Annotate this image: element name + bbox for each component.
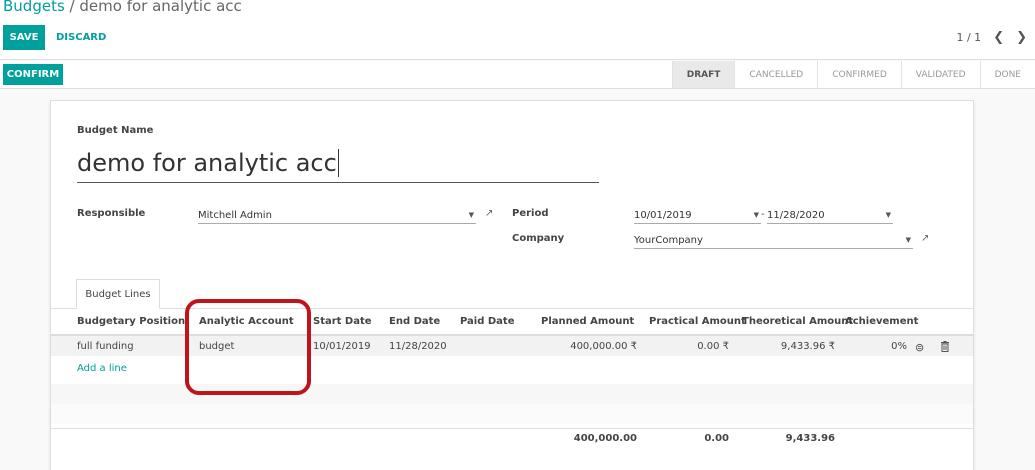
col-achievement[interactable]: Achievement	[845, 316, 918, 327]
confirm-button[interactable]: CONFIRM	[3, 64, 63, 85]
empty-row	[51, 404, 973, 424]
cell-theoretical-amount[interactable]: 9,433.96 ₹	[781, 341, 835, 352]
responsible-label: Responsible	[77, 208, 146, 219]
control-panel: Budgets / demo for analytic acc SAVE DIS…	[0, 0, 1035, 60]
table-footer-divider	[51, 428, 973, 429]
stage-cancelled[interactable]: CANCELLED	[734, 61, 817, 88]
period-start-value: 10/01/2019	[634, 209, 692, 221]
cell-position[interactable]: full funding	[77, 341, 134, 352]
external-link-icon[interactable]: ↗	[485, 208, 493, 219]
text-cursor	[337, 148, 339, 177]
company-value: YourCompany	[634, 234, 703, 246]
responsible-value: Mitchell Admin	[198, 209, 272, 221]
open-record-icon[interactable]: ⊜	[915, 341, 924, 354]
pager-value[interactable]: 1 / 1	[956, 31, 981, 44]
period-separator: -	[761, 209, 765, 220]
breadcrumb-separator: /	[69, 0, 75, 15]
chevron-right-icon[interactable]: ❯	[1016, 30, 1027, 45]
dropdown-caret-icon[interactable]: ▼	[886, 211, 891, 219]
budget-name-value: demo for analytic acc	[77, 148, 337, 177]
col-start-date[interactable]: Start Date	[313, 316, 372, 327]
save-button[interactable]: SAVE	[3, 25, 45, 50]
col-paid-date[interactable]: Paid Date	[460, 316, 515, 327]
cell-achievement[interactable]: 0%	[891, 341, 907, 352]
company-field[interactable]: YourCompany ▼	[634, 232, 913, 249]
stage-draft[interactable]: DRAFT	[671, 61, 735, 88]
tab-budget-lines[interactable]: Budget Lines	[76, 279, 160, 309]
stage-list: DRAFT CANCELLED CONFIRMED VALIDATED DONE	[671, 61, 1035, 88]
status-bar: CONFIRM DRAFT CANCELLED CONFIRMED VALIDA…	[0, 61, 1035, 89]
chevron-left-icon[interactable]: ❮	[993, 30, 1004, 45]
col-budgetary-position[interactable]: Budgetary Position	[77, 316, 185, 327]
total-theoretical-amount: 9,433.96	[785, 433, 835, 444]
add-line-link[interactable]: Add a line	[77, 363, 127, 374]
dropdown-caret-icon[interactable]: ▼	[906, 236, 911, 244]
breadcrumb-budgets-link[interactable]: Budgets	[3, 0, 65, 15]
cell-start-date[interactable]: 10/01/2019	[313, 341, 371, 352]
col-theoretical-amount[interactable]: Theoretical Amount	[742, 316, 853, 327]
stage-done[interactable]: DONE	[979, 61, 1035, 88]
dropdown-caret-icon[interactable]: ▼	[469, 211, 474, 219]
total-planned-amount: 400,000.00	[573, 433, 637, 444]
stage-validated[interactable]: VALIDATED	[900, 61, 980, 88]
responsible-field[interactable]: Mitchell Admin ▼	[198, 207, 476, 224]
pager: 1 / 1 ❮ ❯	[956, 30, 1027, 45]
period-start-field[interactable]: 10/01/2019 ▼	[634, 207, 761, 224]
period-end-field[interactable]: 11/28/2020 ▼	[767, 207, 893, 224]
cell-end-date[interactable]: 11/28/2020	[389, 341, 447, 352]
company-label: Company	[512, 233, 565, 244]
trash-icon[interactable]	[940, 341, 950, 355]
period-end-value: 11/28/2020	[767, 209, 825, 221]
period-label: Period	[512, 208, 549, 219]
external-link-icon[interactable]: ↗	[921, 233, 929, 244]
budget-name-input[interactable]: demo for analytic acc	[77, 143, 599, 183]
breadcrumb-current: demo for analytic acc	[79, 0, 242, 15]
discard-button[interactable]: DISCARD	[56, 25, 106, 50]
cell-planned-amount[interactable]: 400,000.00 ₹	[570, 341, 637, 352]
analytic-account-highlight	[185, 299, 311, 395]
col-planned-amount[interactable]: Planned Amount	[541, 316, 634, 327]
col-end-date[interactable]: End Date	[389, 316, 440, 327]
cell-practical-amount[interactable]: 0.00 ₹	[697, 341, 729, 352]
stage-confirmed[interactable]: CONFIRMED	[817, 61, 901, 88]
form-sheet: Budget Name demo for analytic acc Respon…	[50, 100, 974, 470]
breadcrumb: Budgets / demo for analytic acc	[3, 0, 242, 15]
dropdown-caret-icon[interactable]: ▼	[754, 211, 759, 219]
col-practical-amount[interactable]: Practical Amount	[649, 316, 746, 327]
budget-name-label: Budget Name	[77, 125, 154, 136]
total-practical-amount: 0.00	[704, 433, 729, 444]
